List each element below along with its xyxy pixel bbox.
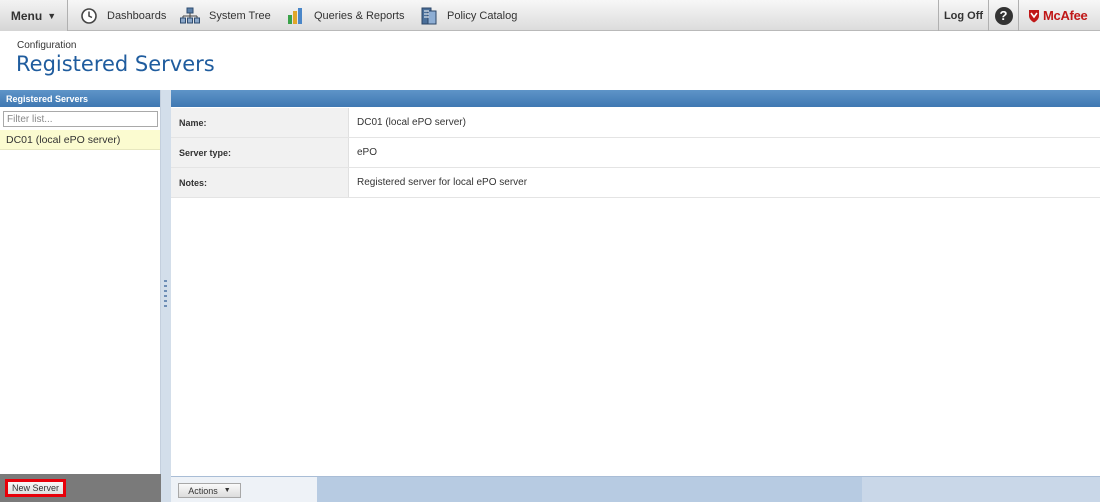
menu-button[interactable]: Menu ▼	[0, 0, 68, 31]
new-server-button[interactable]: New Server	[5, 479, 66, 497]
bottom-bar-right	[862, 477, 1100, 502]
nav-dashboards[interactable]: Dashboards	[80, 0, 166, 31]
detail-row-server-type: Server type: ePO	[171, 138, 1100, 168]
detail-label: Server type:	[171, 138, 349, 167]
server-details-panel: Name: DC01 (local ePO server) Server typ…	[171, 90, 1100, 476]
detail-value: DC01 (local ePO server)	[357, 117, 466, 128]
breadcrumb: Configuration	[17, 40, 77, 51]
panel-splitter[interactable]	[161, 90, 171, 502]
detail-label: Notes:	[171, 168, 349, 197]
server-list: DC01 (local ePO server)	[0, 130, 160, 150]
brand-name: McAfee	[1043, 8, 1088, 23]
system-tree-icon	[180, 7, 200, 25]
nav-policy-catalog[interactable]: Policy Catalog	[420, 0, 517, 31]
detail-row-notes: Notes: Registered server for local ePO s…	[171, 168, 1100, 198]
detail-label: Name:	[171, 108, 349, 137]
top-toolbar: Menu ▼ Dashboards System Tree Queries & …	[0, 0, 1100, 31]
help-icon: ?	[994, 6, 1013, 25]
nav-policy-catalog-label: Policy Catalog	[447, 9, 518, 22]
list-item[interactable]: DC01 (local ePO server)	[0, 130, 160, 150]
nav-dashboards-label: Dashboards	[107, 9, 167, 22]
detail-row-name: Name: DC01 (local ePO server)	[171, 108, 1100, 138]
brand-logo: McAfee	[1028, 0, 1088, 31]
dashboard-clock-icon	[80, 7, 98, 25]
policy-catalog-icon	[420, 7, 438, 25]
filter-list-input[interactable]	[3, 111, 158, 127]
splitter-grip-icon	[164, 280, 167, 310]
chevron-down-icon: ▼	[47, 10, 57, 21]
details-header-bar	[171, 90, 1100, 107]
mcafee-shield-icon	[1028, 9, 1040, 23]
nav-system-tree-label: System Tree	[209, 9, 271, 22]
actions-label: Actions	[188, 485, 218, 496]
actions-button[interactable]: Actions ▼	[178, 483, 241, 498]
server-list-panel: Registered Servers DC01 (local ePO serve…	[0, 90, 161, 502]
bottom-action-bar: Actions ▼	[171, 476, 1100, 502]
detail-value: ePO	[357, 147, 378, 158]
actions-segment: Actions ▼	[171, 477, 317, 502]
bottom-bar-middle	[317, 477, 862, 502]
server-list-footer: New Server	[0, 474, 161, 502]
log-off-button[interactable]: Log Off	[938, 0, 989, 31]
chevron-down-icon: ▼	[223, 487, 231, 494]
help-button[interactable]: ?	[989, 0, 1019, 31]
detail-value: Registered server for local ePO server	[357, 177, 528, 188]
nav-queries-reports-label: Queries & Reports	[314, 9, 405, 22]
menu-label: Menu	[10, 8, 43, 23]
server-list-header: Registered Servers	[0, 90, 160, 107]
nav-queries-reports[interactable]: Queries & Reports	[287, 0, 404, 31]
page-title: Registered Servers	[16, 52, 215, 76]
nav-system-tree[interactable]: System Tree	[180, 0, 271, 31]
queries-reports-icon	[287, 7, 305, 25]
